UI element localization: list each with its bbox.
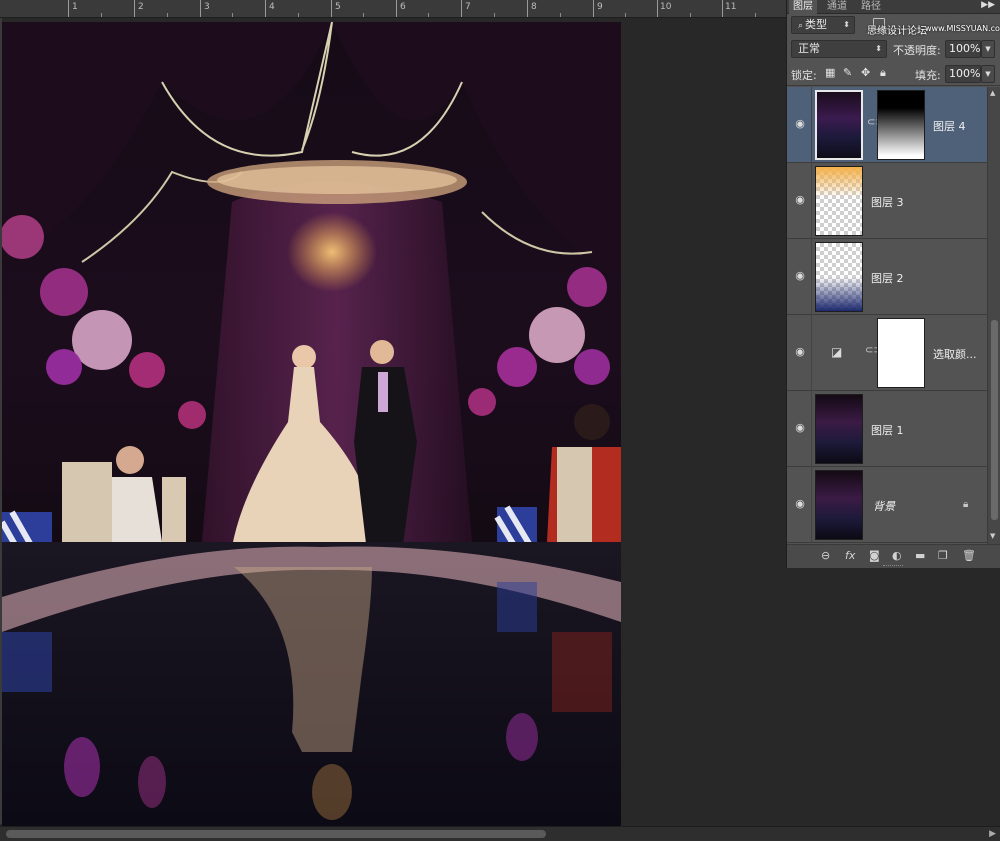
layer-row-selective-color[interactable]: ◉ ◪ ⊂⊃ 选取颜... <box>787 315 987 391</box>
tab-paths[interactable]: 路径 <box>857 0 885 14</box>
eye-icon[interactable]: ◉ <box>793 269 807 282</box>
scroll-up-arrow-icon[interactable]: ▲ <box>990 89 995 97</box>
layer-name[interactable]: 图层 4 <box>933 118 966 134</box>
layer-name[interactable]: 选取颜... <box>933 346 977 362</box>
tab-channels[interactable]: 通道 <box>823 0 851 14</box>
ruler-label-4: 4 <box>269 2 275 12</box>
layer-row-background[interactable]: ◉ 背景 🔒︎ <box>787 467 987 543</box>
resize-grip[interactable] <box>883 565 903 567</box>
filter-kind-label: 类型 <box>805 18 828 31</box>
lock-label: 锁定: <box>791 69 817 82</box>
ruler-tick <box>200 0 201 17</box>
ruler-label-3: 3 <box>204 2 210 12</box>
ruler-tick <box>593 0 594 17</box>
watermark-text: 思缘设计论坛 <box>867 26 927 37</box>
blend-mode-label: 正常 <box>798 42 820 55</box>
blend-opacity-row: 正常 ⬍ 不透明度: 100% ▼ <box>787 38 1000 62</box>
scrollbar-thumb[interactable] <box>6 830 546 838</box>
eye-icon[interactable]: ◉ <box>793 497 807 510</box>
panel-tabs: 图层 通道 路径 ▶▶ <box>787 0 1000 14</box>
double-right-arrow-icon[interactable]: ▶▶ <box>981 0 995 10</box>
horizontal-scrollbar[interactable]: ▶ <box>0 826 1000 841</box>
layer-thumbnail[interactable] <box>815 394 863 464</box>
fx-icon[interactable]: fx <box>845 549 855 562</box>
wedding-photo <box>2 22 621 826</box>
blend-mode-dropdown[interactable]: 正常 ⬍ <box>791 40 887 58</box>
opacity-input[interactable]: 100% <box>945 40 981 58</box>
ruler-tick <box>527 0 528 17</box>
tab-layers[interactable]: 图层 <box>789 0 817 14</box>
opacity-stepper-icon[interactable]: ▼ <box>981 40 995 58</box>
lock-all-icon[interactable]: 🔒︎ <box>880 66 886 80</box>
layer-name[interactable]: 图层 2 <box>871 270 904 286</box>
eye-icon[interactable]: ◉ <box>793 421 807 434</box>
fill-stepper-icon[interactable]: ▼ <box>981 65 995 83</box>
layer-name[interactable]: 背景 <box>873 498 895 514</box>
chevron-down-icon: ⬍ <box>875 44 882 53</box>
ruler-label-2: 2 <box>138 2 144 12</box>
layer-row-4[interactable]: ◉ ⊂⊃ 图层 4 <box>787 87 987 163</box>
fill-input[interactable]: 100% <box>945 65 981 83</box>
layers-panel: 图层 通道 路径 ▶▶ ⌕ 类型 ⬍ 思缘设计论坛 www.MISSYUAN.co… <box>786 0 1000 568</box>
scroll-right-arrow-icon[interactable]: ▶ <box>989 829 996 839</box>
layer-thumbnail[interactable] <box>815 470 863 540</box>
ruler-label-11: 11 <box>725 2 737 12</box>
search-icon: ⌕ <box>798 21 804 31</box>
eye-icon[interactable]: ◉ <box>793 345 807 358</box>
layer-name[interactable]: 图层 1 <box>871 422 904 438</box>
ruler-label-9: 9 <box>597 2 603 12</box>
chevron-down-icon: ⬍ <box>843 20 850 29</box>
layer-mask-thumbnail[interactable] <box>877 90 925 160</box>
lock-transparent-icon[interactable]: ▦ <box>825 66 835 79</box>
ruler-label-6: 6 <box>400 2 406 12</box>
layer-row-3[interactable]: ◉ 图层 3 <box>787 163 987 239</box>
filter-kind-dropdown[interactable]: ⌕ 类型 ⬍ <box>791 16 855 34</box>
lock-move-icon[interactable]: ✥ <box>861 66 870 79</box>
layers-scrollbar[interactable]: ▲ ▼ <box>987 87 1000 544</box>
canvas-photo[interactable] <box>2 22 621 826</box>
scrollbar-thumb[interactable] <box>991 320 998 520</box>
folder-icon[interactable]: ▬ <box>915 549 925 562</box>
ruler-tick <box>134 0 135 17</box>
lock-paint-icon[interactable]: ✎ <box>843 66 852 79</box>
layer-thumbnail[interactable] <box>815 166 863 236</box>
photoshop-window: 1 2 3 4 5 6 7 8 9 10 11 ▶ 图层 通道 路径 ▶▶ ⌕ … <box>0 0 1000 841</box>
link-icon[interactable]: ⊖ <box>821 549 830 562</box>
horizontal-ruler[interactable]: 1 2 3 4 5 6 7 8 9 10 11 <box>0 0 786 18</box>
ruler-label-5: 5 <box>335 2 341 12</box>
watermark-url: www.MISSYUAN.com <box>925 24 1000 33</box>
ruler-tick <box>396 0 397 17</box>
lock-icon: 🔒︎ <box>963 499 969 510</box>
ruler-label-8: 8 <box>531 2 537 12</box>
layers-list: ◉ ⊂⊃ 图层 4 ◉ 图层 3 ◉ 图层 2 ◉ ◪ ⊂⊃ 选取颜... ◉ … <box>787 87 987 544</box>
layer-row-1[interactable]: ◉ 图层 1 <box>787 391 987 467</box>
adjustment-icon[interactable]: ◐ <box>892 549 902 562</box>
ruler-tick <box>68 0 69 17</box>
ruler-tick <box>461 0 462 17</box>
ruler-label-1: 1 <box>72 2 78 12</box>
layers-bottom-bar: ⊖ fx ◙ ◐ ▬ ❐ 🗑︎ <box>787 544 1000 568</box>
eye-icon[interactable]: ◉ <box>793 193 807 206</box>
ruler-tick <box>722 0 723 17</box>
adjustment-icon[interactable]: ◪ <box>831 345 842 359</box>
layer-thumbnail[interactable] <box>815 242 863 312</box>
layer-name[interactable]: 图层 3 <box>871 194 904 210</box>
scroll-down-arrow-icon[interactable]: ▼ <box>990 532 995 540</box>
ruler-tick <box>331 0 332 17</box>
filter-row: ⌕ 类型 ⬍ 思缘设计论坛 www.MISSYUAN.com <box>787 14 1000 38</box>
eye-icon[interactable]: ◉ <box>793 117 807 130</box>
new-layer-icon[interactable]: ❐ <box>938 549 948 562</box>
ruler-label-10: 10 <box>660 2 672 12</box>
trash-icon[interactable]: 🗑︎ <box>962 549 976 562</box>
ruler-tick <box>657 0 658 17</box>
layer-mask-thumbnail[interactable] <box>877 318 925 388</box>
mask-icon[interactable]: ◙ <box>869 549 880 562</box>
ruler-label-7: 7 <box>465 2 471 12</box>
layer-thumbnail[interactable] <box>815 90 863 160</box>
ruler-tick <box>265 0 266 17</box>
lock-fill-row: 锁定: ▦ ✎ ✥ 🔒︎ 填充: 100% ▼ <box>787 62 1000 86</box>
layer-row-2[interactable]: ◉ 图层 2 <box>787 239 987 315</box>
opacity-label: 不透明度: <box>893 44 941 57</box>
fill-label: 填充: <box>915 69 941 82</box>
